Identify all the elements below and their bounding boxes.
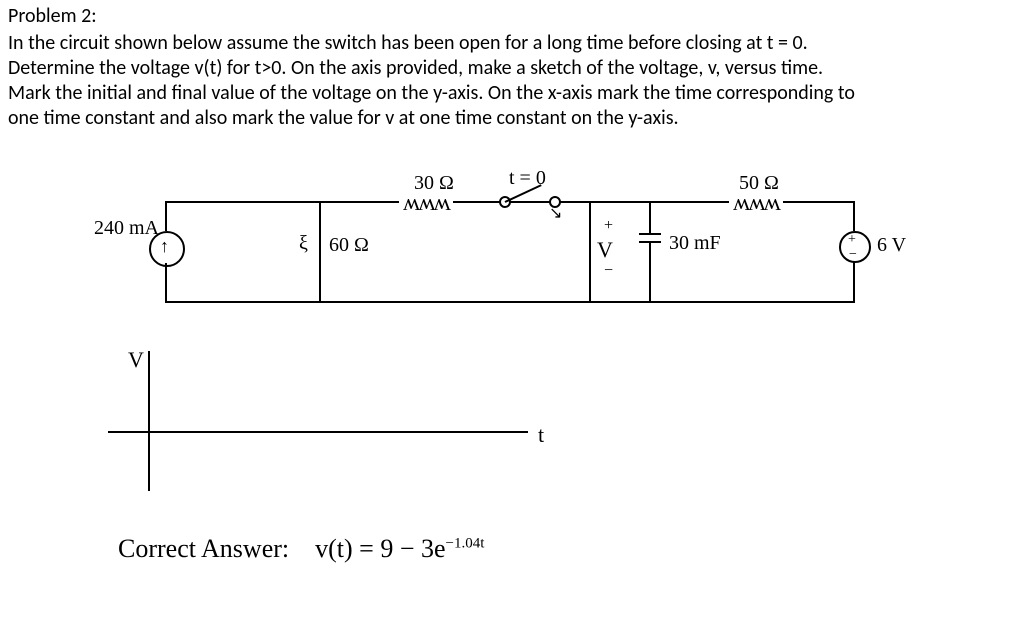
r3-icon: ʍʍʍ (729, 197, 783, 209)
y-axis-label: V (128, 346, 144, 374)
problem-line: In the circuit shown below assume the sw… (8, 31, 1010, 56)
r3-label: 50 Ω (739, 171, 779, 196)
r2-label: 30 Ω (414, 171, 454, 196)
x-axis-label: t (538, 421, 544, 449)
correct-answer: Correct Answer: v(t) = 9 − 3e−1.04t (118, 533, 1010, 566)
problem-title: Problem 2: (8, 4, 1010, 29)
answer-label: Correct Answer: (118, 534, 289, 563)
arrow-icon: ↘ (549, 204, 562, 224)
x-axis (108, 431, 528, 433)
current-source-label: 240 mA (94, 216, 159, 241)
y-axis (148, 351, 150, 491)
v-minus: − (604, 261, 613, 281)
problem-line: Determine the voltage v(t) for t>0. On t… (8, 56, 1010, 81)
v-plus: + (604, 216, 613, 236)
problem-line: Mark the initial and final value of the … (8, 81, 1010, 106)
capacitor-icon (639, 233, 661, 235)
cap-label: 30 mF (669, 231, 721, 256)
graph-axes: V t (108, 351, 548, 511)
switch-time-label: t = 0 (509, 166, 546, 191)
answer-expression: v(t) = 9 − 3e (315, 534, 445, 563)
problem-line: one time constant and also mark the valu… (8, 106, 1010, 131)
voltage-source-label: 6 V (877, 233, 906, 258)
voltage-source-icon (839, 231, 871, 263)
v-symbol: V (597, 236, 613, 264)
circuit-diagram: 240 mA ξ 60 Ω ʍʍʍ 30 Ω t = 0 ↘ + V − 30 … (149, 161, 869, 321)
problem-statement: In the circuit shown below assume the sw… (8, 31, 1010, 131)
answer-exponent: −1.04t (446, 535, 485, 551)
r1-label: 60 Ω (329, 233, 369, 258)
r2-icon: ʍʍʍ (399, 197, 453, 209)
